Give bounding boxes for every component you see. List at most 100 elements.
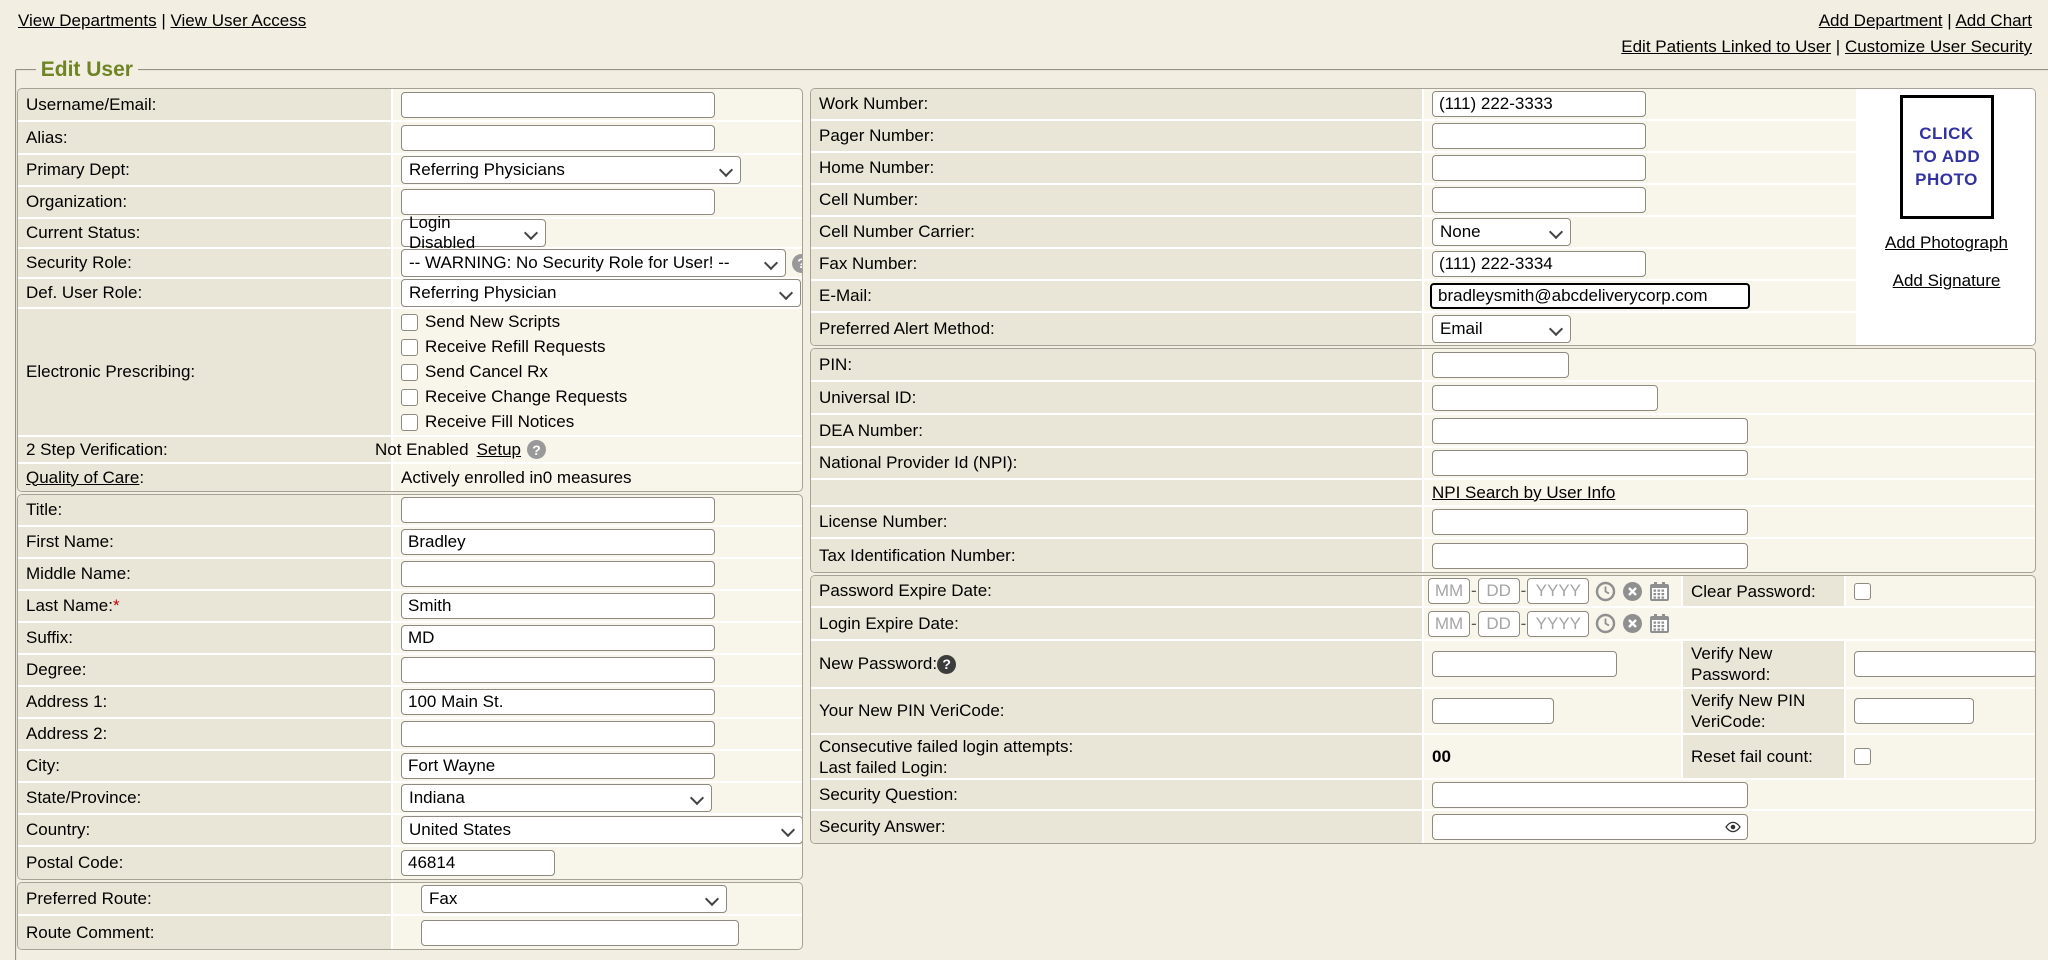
identifiers-table: PIN: Universal ID: DEA Number: National … [810, 348, 2036, 573]
pin-row: PIN: [811, 349, 2035, 382]
send-cancel-rx-checkbox[interactable] [401, 364, 418, 381]
home-number-row: Home Number: [811, 153, 1856, 185]
receive-fill-notices-checkbox[interactable] [401, 414, 418, 431]
work-number-row: Work Number: [811, 89, 1856, 121]
country-select[interactable]: United States [401, 816, 803, 844]
add-photograph-link[interactable]: Add Photograph [1885, 233, 2008, 253]
degree-input[interactable] [401, 657, 715, 683]
calendar-icon[interactable] [1649, 613, 1670, 634]
verify-pin-vericode-input[interactable] [1854, 698, 1974, 724]
chevron-down-icon [524, 226, 538, 240]
universal-id-input[interactable] [1432, 385, 1658, 411]
add-department-link[interactable]: Add Department [1819, 11, 1943, 30]
clock-icon[interactable] [1595, 613, 1616, 634]
username-input[interactable] [401, 92, 715, 118]
help-icon[interactable] [792, 254, 803, 273]
failed-attempts-line2: Last failed Login: [819, 758, 948, 777]
def-user-role-select[interactable]: Referring Physician [401, 279, 801, 307]
login-expire-dd-input[interactable] [1478, 611, 1520, 637]
login-expire-yyyy-input[interactable] [1527, 611, 1589, 637]
suffix-input[interactable] [401, 625, 715, 651]
reset-fail-count-checkbox[interactable] [1854, 748, 1871, 765]
state-select[interactable]: Indiana [401, 784, 712, 812]
pin-input[interactable] [1432, 352, 1569, 378]
postal-code-input[interactable] [401, 850, 555, 876]
customize-user-security-link[interactable]: Customize User Security [1845, 37, 2032, 56]
preferred-alert-select[interactable]: Email [1432, 315, 1571, 343]
cell-carrier-row: Cell Number Carrier: None [811, 217, 1856, 249]
last-name-input[interactable] [401, 593, 715, 619]
view-departments-link[interactable]: View Departments [18, 11, 157, 30]
home-number-input[interactable] [1432, 155, 1646, 181]
country-row: Country: United States [18, 815, 802, 847]
add-chart-link[interactable]: Add Chart [1955, 11, 2032, 30]
email-input[interactable] [1430, 283, 1750, 309]
add-photo-placeholder[interactable]: CLICK TO ADD PHOTO [1900, 95, 1994, 219]
eye-icon[interactable] [1725, 819, 1741, 840]
receive-change-requests-checkbox[interactable] [401, 389, 418, 406]
current-status-select[interactable]: Login Disabled [401, 219, 546, 247]
colon: : [139, 468, 144, 488]
topbar-left: View Departments | View User Access [18, 8, 306, 34]
view-user-access-link[interactable]: View User Access [170, 11, 306, 30]
license-number-input[interactable] [1432, 509, 1748, 535]
password-expire-label: Password Expire Date: [811, 576, 1424, 606]
password-expire-yyyy-input[interactable] [1527, 578, 1589, 604]
send-new-scripts-checkbox[interactable] [401, 314, 418, 331]
security-role-value: -- WARNING: No Security Role for User! -… [409, 253, 730, 273]
photo-placeholder-line: PHOTO [1915, 170, 1978, 190]
username-row: Username/Email: [18, 89, 802, 122]
clear-password-checkbox[interactable] [1854, 583, 1871, 600]
cell-carrier-select[interactable]: None [1432, 218, 1571, 246]
help-icon[interactable] [527, 440, 546, 459]
organization-input[interactable] [401, 189, 715, 215]
security-role-row: Security Role: -- WARNING: No Security R… [18, 249, 802, 279]
pager-number-input[interactable] [1432, 123, 1646, 149]
contact-info-table: Work Number: Pager Number: Home Number: … [810, 88, 2036, 346]
clock-icon[interactable] [1595, 581, 1616, 602]
dea-number-input[interactable] [1432, 418, 1748, 444]
security-answer-input[interactable] [1432, 814, 1748, 840]
work-number-input[interactable] [1432, 91, 1646, 117]
verify-new-password-input[interactable] [1854, 651, 2036, 677]
first-name-label: First Name: [18, 527, 393, 557]
npi-search-link[interactable]: NPI Search by User Info [1432, 483, 1615, 503]
clear-date-icon[interactable] [1622, 581, 1643, 602]
security-question-input[interactable] [1432, 782, 1748, 808]
help-icon[interactable] [937, 655, 956, 674]
first-name-input[interactable] [401, 529, 715, 555]
quality-of-care-value: Actively enrolled in0 measures [401, 468, 632, 488]
address2-input[interactable] [401, 721, 715, 747]
topbar-right-row1: Add Department | Add Chart [1621, 8, 2032, 34]
route-comment-input[interactable] [421, 920, 739, 946]
primary-dept-select[interactable]: Referring Physicians [401, 156, 741, 184]
address1-input[interactable] [401, 689, 715, 715]
quality-of-care-link[interactable]: Quality of Care [26, 468, 139, 488]
pin-vericode-input[interactable] [1432, 698, 1554, 724]
universal-id-label: Universal ID: [811, 382, 1424, 413]
security-role-select[interactable]: -- WARNING: No Security Role for User! -… [401, 249, 786, 277]
edit-patients-linked-link[interactable]: Edit Patients Linked to User [1621, 37, 1831, 56]
calendar-icon[interactable] [1649, 581, 1670, 602]
new-password-input[interactable] [1432, 651, 1617, 677]
tax-id-input[interactable] [1432, 543, 1748, 569]
preferred-route-select[interactable]: Fax [421, 885, 727, 913]
password-expire-mm-input[interactable] [1428, 578, 1470, 604]
send-new-scripts-label: Send New Scripts [425, 312, 560, 332]
two-step-setup-link[interactable]: Setup [477, 440, 521, 460]
receive-refill-requests-checkbox[interactable] [401, 339, 418, 356]
city-label: City: [18, 751, 393, 781]
middle-name-input[interactable] [401, 561, 715, 587]
chevron-down-icon [705, 891, 719, 905]
fax-number-input[interactable] [1432, 251, 1646, 277]
npi-input[interactable] [1432, 450, 1748, 476]
add-signature-link[interactable]: Add Signature [1893, 271, 2001, 291]
password-expire-dd-input[interactable] [1478, 578, 1520, 604]
clear-date-icon[interactable] [1622, 613, 1643, 634]
alias-input[interactable] [401, 125, 715, 151]
title-input[interactable] [401, 497, 715, 523]
login-expire-mm-input[interactable] [1428, 611, 1470, 637]
city-input[interactable] [401, 753, 715, 779]
npi-label: National Provider Id (NPI): [811, 448, 1424, 478]
cell-number-input[interactable] [1432, 187, 1646, 213]
